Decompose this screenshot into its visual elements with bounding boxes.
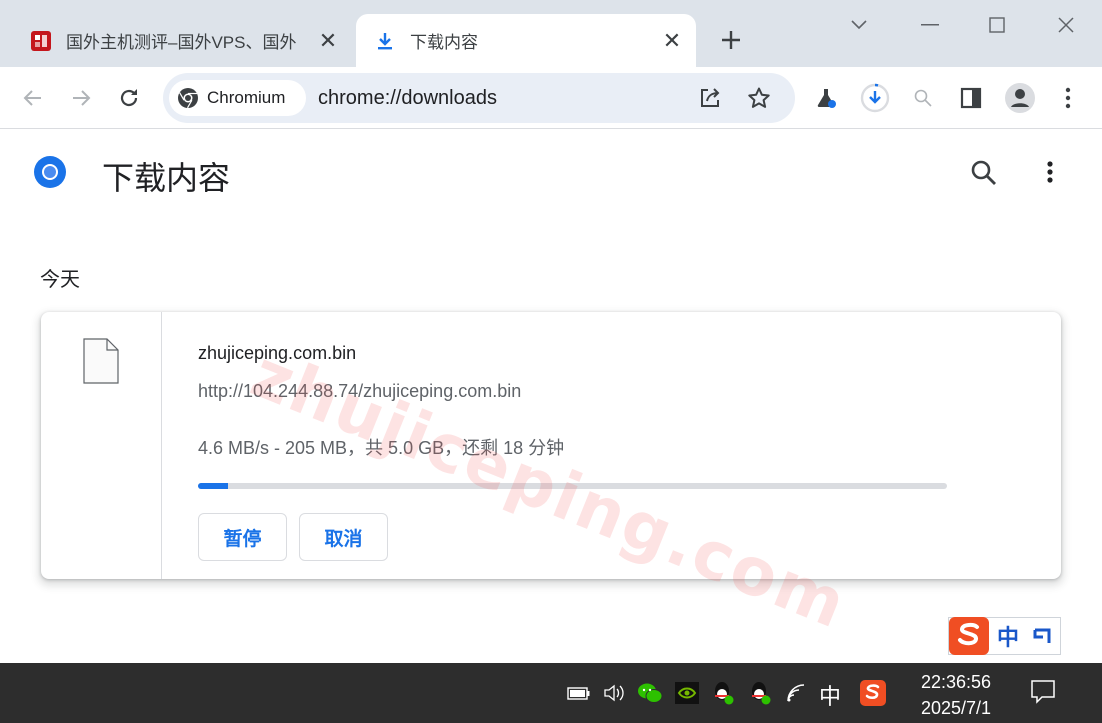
share-icon[interactable]	[692, 80, 728, 116]
download-item-card: zhujiceping.com.bin http://104.244.88.74…	[41, 312, 1061, 579]
profile-avatar-icon[interactable]	[1002, 80, 1038, 116]
chromium-logo-icon	[34, 156, 66, 188]
volume-icon[interactable]	[602, 680, 628, 706]
back-arrow-icon[interactable]	[15, 80, 51, 116]
half-width-punctuation-icon	[1033, 628, 1051, 643]
notification-center-icon[interactable]	[1030, 678, 1056, 704]
chromium-logo-icon	[178, 88, 198, 109]
download-progress-icon[interactable]	[857, 80, 893, 116]
side-panel-icon[interactable]	[953, 80, 989, 116]
sogou-tray-icon[interactable]	[860, 680, 886, 706]
download-icon	[374, 30, 396, 52]
clock-time: 22:36:56	[920, 672, 992, 692]
ime-status-badge[interactable]: 中	[948, 617, 1061, 655]
browser-menu-more-icon[interactable]	[1050, 80, 1086, 116]
wechat-icon[interactable]	[637, 680, 663, 706]
download-progress-fill	[198, 483, 228, 489]
url-text[interactable]: chrome://downloads	[318, 87, 497, 110]
taskbar-clock[interactable]: 22:36:56 2025/7/1	[905, 669, 1007, 721]
pause-button[interactable]: 暂停	[198, 513, 287, 561]
tab-zhujiceping[interactable]: 国外主机测评–国外VPS、国外 ✕	[12, 14, 352, 67]
file-icon	[83, 338, 119, 384]
forward-arrow-icon[interactable]	[63, 80, 99, 116]
ime-mode-text: 中	[997, 625, 1020, 650]
more-vert-icon[interactable]	[1036, 157, 1064, 189]
qq-icon[interactable]	[747, 680, 773, 706]
page-title: 下载内容	[102, 160, 231, 196]
battery-power-icon[interactable]	[566, 680, 592, 706]
cancel-button[interactable]: 取消	[299, 513, 388, 561]
bookmark-star-icon[interactable]	[741, 80, 777, 116]
tab-title: 国外主机测评–国外VPS、国外	[66, 33, 297, 52]
date-section-header: 今天	[40, 269, 80, 291]
tab-strip: 国外主机测评–国外VPS、国外 ✕ 下载内容 ✕	[0, 0, 1102, 67]
new-tab-plus-icon[interactable]	[716, 25, 746, 55]
minimize-icon[interactable]	[913, 8, 947, 42]
tab-downloads[interactable]: 下载内容 ✕	[356, 14, 696, 67]
toolbar: Chromium chrome://downloads	[0, 67, 1102, 129]
sogou-logo-icon	[949, 617, 989, 655]
tab-title: 下载内容	[410, 33, 478, 52]
card-divider	[161, 312, 162, 579]
site-favicon-icon	[30, 30, 52, 52]
clock-date: 2025/7/1	[920, 698, 992, 718]
wifi-icon[interactable]	[784, 680, 810, 706]
tab-search-chevron-icon[interactable]	[842, 8, 876, 42]
window-close-icon[interactable]	[1049, 8, 1083, 42]
labs-flask-icon[interactable]	[808, 80, 844, 116]
omnibox[interactable]: Chromium chrome://downloads	[163, 73, 795, 123]
close-tab-icon[interactable]: ✕	[658, 27, 686, 55]
reload-icon[interactable]	[111, 80, 147, 116]
ime-language-indicator[interactable]: 中	[819, 679, 841, 711]
close-tab-icon[interactable]: ✕	[314, 27, 342, 55]
zoom-magnifier-icon[interactable]	[905, 80, 941, 116]
nvidia-icon[interactable]	[674, 680, 700, 706]
chip-label: Chromium	[207, 88, 286, 107]
search-icon[interactable]	[968, 157, 1000, 189]
maximize-icon[interactable]	[980, 8, 1014, 42]
taskbar: 中 22:36:56 2025/7/1	[0, 663, 1102, 723]
qq-icon[interactable]	[710, 680, 736, 706]
site-info-chip[interactable]: Chromium	[169, 80, 306, 116]
